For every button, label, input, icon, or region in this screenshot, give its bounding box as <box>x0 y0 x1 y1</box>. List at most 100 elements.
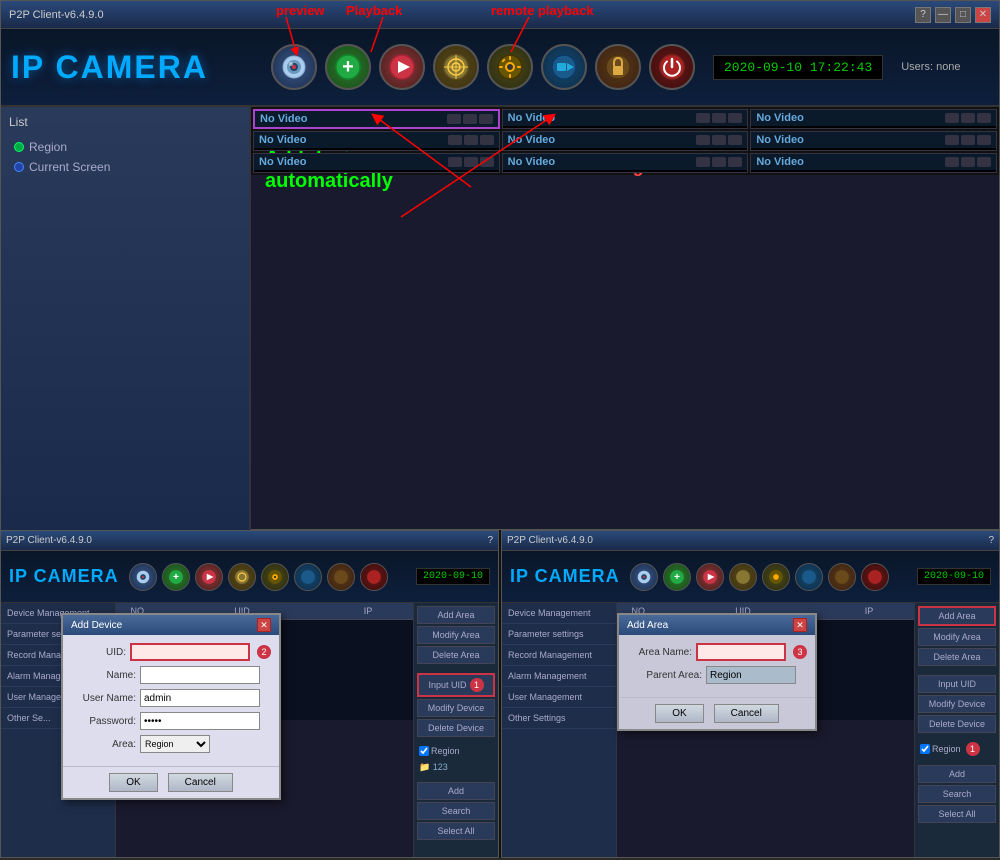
dialog-cancel-left[interactable]: Cancel <box>168 773 233 792</box>
sub-lock-btn-right[interactable] <box>828 563 856 591</box>
username-input-left[interactable] <box>140 689 260 707</box>
video-cell-6-icons <box>945 135 991 145</box>
video-cell-4[interactable]: No Video <box>253 131 500 151</box>
modify-device-btn-left[interactable]: Modify Device <box>417 699 495 717</box>
sub-record-btn-left[interactable] <box>294 563 322 591</box>
add-btn-right[interactable]: Add <box>918 765 996 783</box>
uid-input-left[interactable] <box>130 643 250 661</box>
area-name-input-right[interactable] <box>696 643 786 661</box>
add-area-btn-right[interactable]: Add Area <box>918 606 996 626</box>
power-button[interactable] <box>649 44 695 90</box>
sub-lock-icon-left <box>333 569 349 585</box>
modify-area-btn-right[interactable]: Modify Area <box>918 628 996 646</box>
sub-preview-btn-right[interactable] <box>630 563 658 591</box>
select-all-btn-right[interactable]: Select All <box>918 805 996 823</box>
sub-sidebar-device-mgmt-right[interactable]: Device Management <box>502 603 616 624</box>
sub-sidebar-user-right[interactable]: User Management <box>502 687 616 708</box>
sub-playback-btn-right[interactable] <box>696 563 724 591</box>
video-icon <box>463 114 477 124</box>
sub-remote-btn-left[interactable] <box>228 563 256 591</box>
dialog-ok-left[interactable]: OK <box>109 773 157 792</box>
add-btn-left[interactable]: Add <box>417 782 495 800</box>
video-icon <box>961 157 975 167</box>
preview-button[interactable] <box>271 44 317 90</box>
region-checkbox-right[interactable] <box>920 744 930 754</box>
video-cell-6[interactable]: No Video <box>750 131 997 151</box>
video-cell-3-header: No Video <box>751 110 996 126</box>
video-cell-3[interactable]: No Video <box>750 109 997 129</box>
sub-sidebar-param-right[interactable]: Parameter settings <box>502 624 616 645</box>
parent-area-input-right[interactable] <box>706 666 796 684</box>
sub-lock-btn-left[interactable] <box>327 563 355 591</box>
add-area-btn-left[interactable]: Add Area <box>417 606 495 624</box>
sub-playback-icon-right <box>702 569 718 585</box>
video-cell-1[interactable]: No Video Add device automatically <box>253 109 500 129</box>
dialog-cancel-right[interactable]: Cancel <box>714 704 779 723</box>
delete-area-btn-right[interactable]: Delete Area <box>918 648 996 666</box>
video-cell-5[interactable]: No Video <box>502 131 749 151</box>
password-input-left[interactable] <box>140 712 260 730</box>
sub-power-btn-left[interactable] <box>360 563 388 591</box>
search-btn-left[interactable]: Search <box>417 802 495 820</box>
sub-sidebar-alarm-right[interactable]: Alarm Management <box>502 666 616 687</box>
modify-area-btn-left[interactable]: Modify Area <box>417 626 495 644</box>
sidebar-item-current-screen[interactable]: Current Screen <box>9 157 241 177</box>
dialog-title-left: Add Device ✕ <box>63 615 279 635</box>
sub-record-btn-right[interactable] <box>795 563 823 591</box>
sub-playback-btn-left[interactable] <box>195 563 223 591</box>
sub-power-btn-right[interactable] <box>861 563 889 591</box>
main-window: P2P Client-v6.4.9.0 ? — □ ✕ preview Play… <box>0 0 1000 530</box>
step-1-num-left: 1 <box>470 678 484 692</box>
video-cell-7[interactable]: No Video <box>253 153 500 173</box>
video-icon <box>696 113 710 123</box>
sidebar-item-region[interactable]: Region <box>9 137 241 157</box>
sub-help-right[interactable]: ? <box>988 535 994 546</box>
modify-device-btn-right[interactable]: Modify Device <box>918 695 996 713</box>
setting-icon <box>496 53 524 81</box>
video-icon <box>961 113 975 123</box>
name-input-left[interactable] <box>140 666 260 684</box>
area-select-left[interactable]: Region <box>140 735 210 753</box>
close-button[interactable]: ✕ <box>975 7 991 23</box>
video-icon <box>945 157 959 167</box>
maximize-button[interactable]: □ <box>955 7 971 23</box>
sub-add-btn-right[interactable]: + <box>663 563 691 591</box>
search-btn-right[interactable]: Search <box>918 785 996 803</box>
sidebar-current-screen-label: Current Screen <box>29 160 110 174</box>
region-checkbox-left[interactable] <box>419 746 429 756</box>
lock-button[interactable] <box>595 44 641 90</box>
minimize-button[interactable]: — <box>935 7 951 23</box>
users-text: Users: none <box>901 61 960 73</box>
setting-button[interactable] <box>487 44 533 90</box>
video-cell-2[interactable]: No Video Setting <box>502 109 749 129</box>
sub-sidebar-record-right[interactable]: Record Management <box>502 645 616 666</box>
help-button[interactable]: ? <box>915 7 931 23</box>
select-all-btn-left[interactable]: Select All <box>417 822 495 840</box>
sub-remote-btn-right[interactable] <box>729 563 757 591</box>
video-cell-1-icons <box>447 114 493 124</box>
video-cell-9[interactable]: No Video <box>750 153 997 173</box>
no-video-label-9: No Video <box>756 156 803 168</box>
input-uid-btn-right[interactable]: Input UID <box>918 675 996 693</box>
dialog-close-left[interactable]: ✕ <box>257 618 271 632</box>
sub-setting-btn-right[interactable] <box>762 563 790 591</box>
remote-playback-button[interactable] <box>433 44 479 90</box>
dialog-ok-right[interactable]: OK <box>655 704 703 723</box>
sub-sidebar-other-right[interactable]: Other Settings <box>502 708 616 729</box>
delete-area-btn-left[interactable]: Delete Area <box>417 646 495 664</box>
delete-device-btn-right[interactable]: Delete Device <box>918 715 996 733</box>
sub-preview-btn-left[interactable] <box>129 563 157 591</box>
sub-add-btn-left[interactable]: + <box>162 563 190 591</box>
record-button[interactable] <box>541 44 587 90</box>
sub-help-left[interactable]: ? <box>487 535 493 546</box>
video-cell-8[interactable]: No Video <box>502 153 749 173</box>
dialog-close-right[interactable]: ✕ <box>793 618 807 632</box>
input-uid-btn-left[interactable]: Input UID 1 <box>417 673 495 697</box>
playback-button[interactable] <box>379 44 425 90</box>
video-cell-4-icons <box>448 135 494 145</box>
playback-icon <box>388 53 416 81</box>
sub-setting-icon-right <box>768 569 784 585</box>
sub-setting-btn-left[interactable] <box>261 563 289 591</box>
delete-device-btn-left[interactable]: Delete Device <box>417 719 495 737</box>
add-device-button[interactable]: + <box>325 44 371 90</box>
